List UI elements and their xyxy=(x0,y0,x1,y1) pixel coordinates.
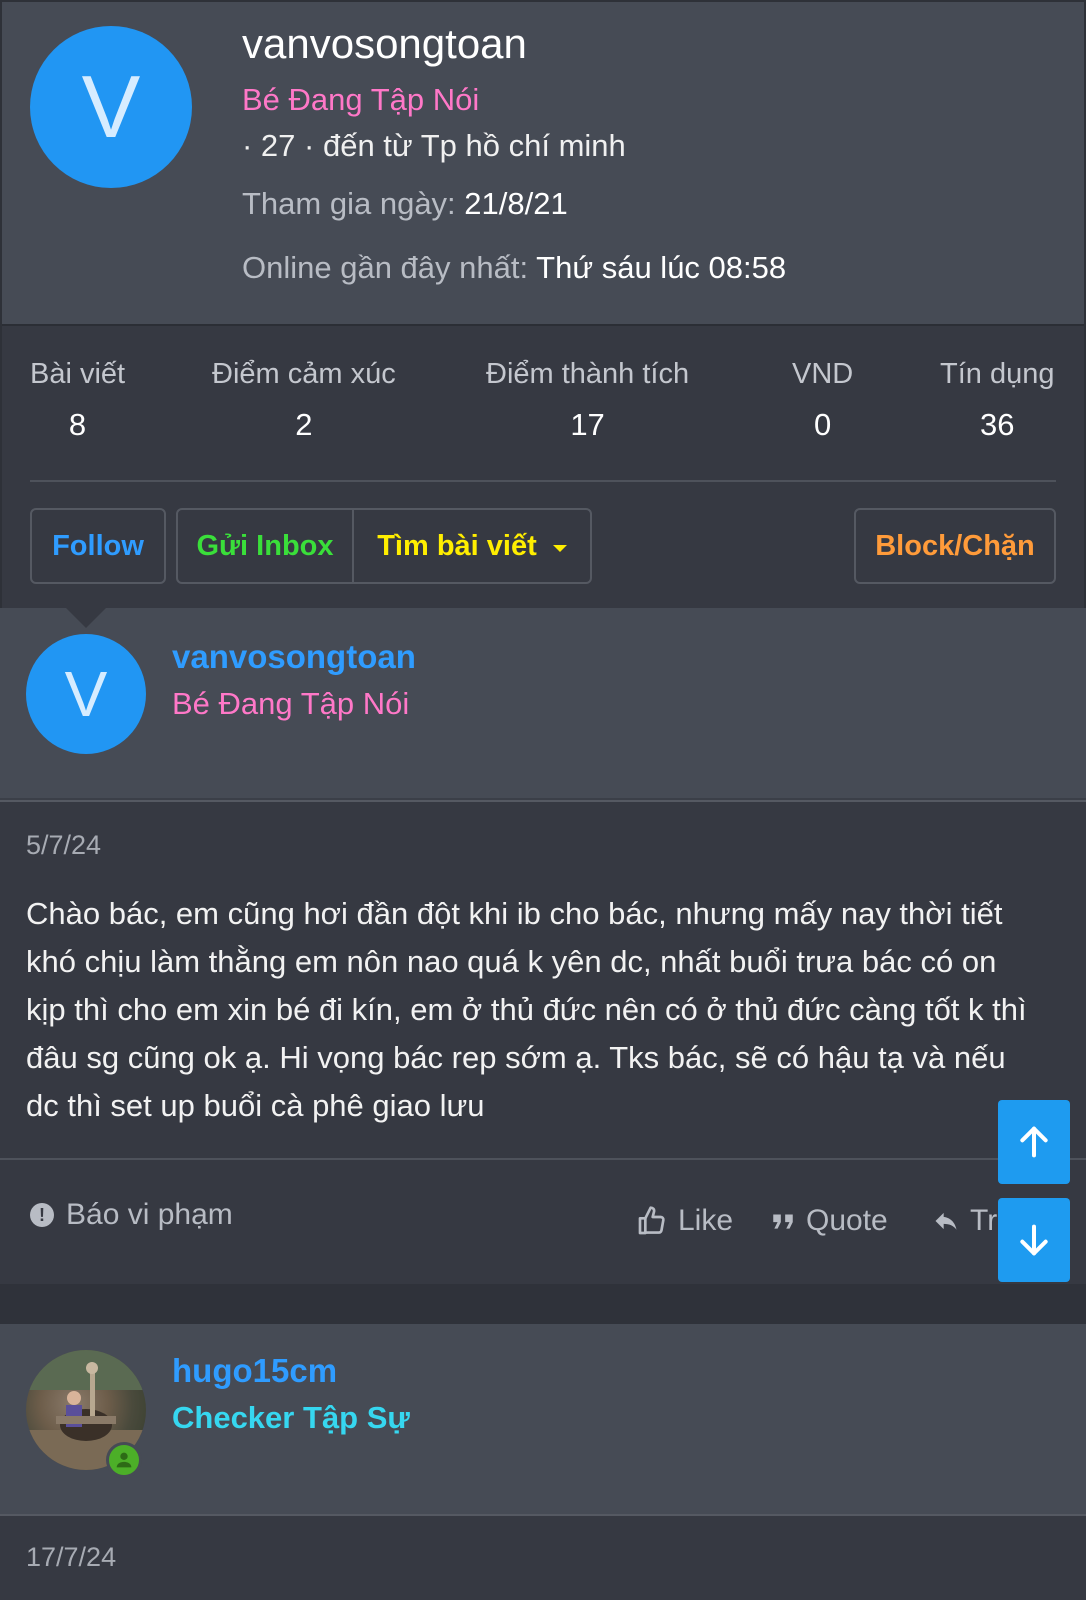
avatar[interactable]: V xyxy=(26,634,146,754)
message-username[interactable]: vanvosongtoan xyxy=(172,638,416,676)
quote-button[interactable]: Quote xyxy=(770,1204,888,1238)
profile-last-seen: Online gần đây nhất: Thứ sáu lúc 08:58 xyxy=(242,250,786,286)
stat-credits: Tín dụng 36 xyxy=(940,358,1054,443)
quote-icon xyxy=(773,1214,793,1229)
message-body: 5/7/24 Chào bác, em cũng hơi đần đột khi… xyxy=(0,800,1086,1158)
joined-label: Tham gia ngày: xyxy=(242,186,456,221)
profile-popup: V vanvosongtoan Bé Đang Tập Nói · 27 · đ… xyxy=(0,0,1086,608)
popup-pointer xyxy=(62,604,110,628)
scroll-to-bottom-button[interactable] xyxy=(998,1198,1070,1282)
report-label: Báo vi phạm xyxy=(66,1198,233,1231)
message-user-header: V vanvosongtoan Bé Đang Tập Nói xyxy=(0,606,1086,798)
stat-label: Điểm thành tích xyxy=(486,358,690,390)
thumbs-up-icon xyxy=(638,1206,665,1235)
stat-value[interactable]: 8 xyxy=(30,407,125,443)
message-text: Chào bác, em cũng hơi đần đột khi ib cho… xyxy=(26,896,1027,1123)
profile-header: V vanvosongtoan Bé Đang Tập Nói · 27 · đ… xyxy=(2,2,1084,324)
profile-username[interactable]: vanvosongtoan xyxy=(242,20,527,68)
stat-value[interactable]: 17 xyxy=(486,407,689,443)
profile-meta: · 27 · đến từ Tp hồ chí minh xyxy=(242,128,626,163)
last-seen-value: Thứ sáu lúc 08:58 xyxy=(536,250,787,285)
stat-posts: Bài viết 8 xyxy=(30,358,125,443)
alert-icon: ! xyxy=(30,1203,54,1227)
profile-user-title: Bé Đang Tập Nói xyxy=(242,82,480,117)
report-button[interactable]: ! Báo vi phạm xyxy=(30,1198,233,1232)
button-group: Gửi Inbox Tìm bài viết xyxy=(176,508,592,584)
message-username[interactable]: hugo15cm xyxy=(172,1352,337,1390)
stat-value[interactable]: 2 xyxy=(212,407,396,443)
quote-label: Quote xyxy=(806,1204,888,1237)
last-seen-label: Online gần đây nhất: xyxy=(242,250,529,285)
message-date[interactable]: 5/7/24 xyxy=(26,830,101,861)
message-user-header: hugo15cm Checker Tập Sự xyxy=(0,1324,1086,1514)
reply-button[interactable]: Tr xyxy=(932,1204,997,1238)
stat-label: Bài viết xyxy=(30,358,126,390)
find-posts-label: Tìm bài viết xyxy=(377,529,537,562)
profile-avatar[interactable]: V xyxy=(30,26,192,188)
online-status-icon xyxy=(106,1442,142,1478)
stat-value: 36 xyxy=(980,407,1015,442)
stat-value: 0 xyxy=(813,407,832,442)
like-label: Like xyxy=(678,1204,734,1237)
stat-label: VND xyxy=(792,358,854,390)
stat-label: Tín dụng xyxy=(940,358,1055,390)
like-button[interactable]: Like xyxy=(636,1204,733,1238)
stat-reactions: Điểm cảm xúc 2 xyxy=(212,358,396,443)
stat-label: Điểm cảm xúc xyxy=(212,358,396,390)
message-actions: ! Báo vi phạm Like Quote Tr xyxy=(0,1158,1086,1284)
message-body: 17/7/24 xyxy=(0,1514,1086,1600)
caret-down-icon xyxy=(552,544,567,552)
divider xyxy=(30,480,1056,482)
arrow-down-icon xyxy=(1020,1224,1048,1256)
find-posts-button[interactable]: Tìm bài viết xyxy=(354,510,590,582)
send-inbox-button[interactable]: Gửi Inbox xyxy=(178,510,354,582)
profile-joined: Tham gia ngày: 21/8/21 xyxy=(242,186,568,222)
message-user-title: Bé Đang Tập Nói xyxy=(172,686,410,721)
message-date[interactable]: 17/7/24 xyxy=(26,1542,116,1573)
scroll-to-top-button[interactable] xyxy=(998,1100,1070,1184)
profile-stats: Bài viết 8 Điểm cảm xúc 2 Điểm thành tíc… xyxy=(2,324,1084,608)
arrow-up-icon xyxy=(1020,1126,1048,1158)
block-button[interactable]: Block/Chặn xyxy=(854,508,1056,584)
message-user-title: Checker Tập Sự xyxy=(172,1400,410,1435)
joined-value: 21/8/21 xyxy=(464,186,568,221)
reply-label: Tr xyxy=(970,1204,998,1237)
follow-button[interactable]: Follow xyxy=(30,508,166,584)
stat-vnd: VND 0 xyxy=(792,358,853,443)
stat-trophies: Điểm thành tích 17 xyxy=(486,358,689,443)
message-separator xyxy=(0,1284,1086,1324)
reply-icon xyxy=(935,1212,957,1230)
